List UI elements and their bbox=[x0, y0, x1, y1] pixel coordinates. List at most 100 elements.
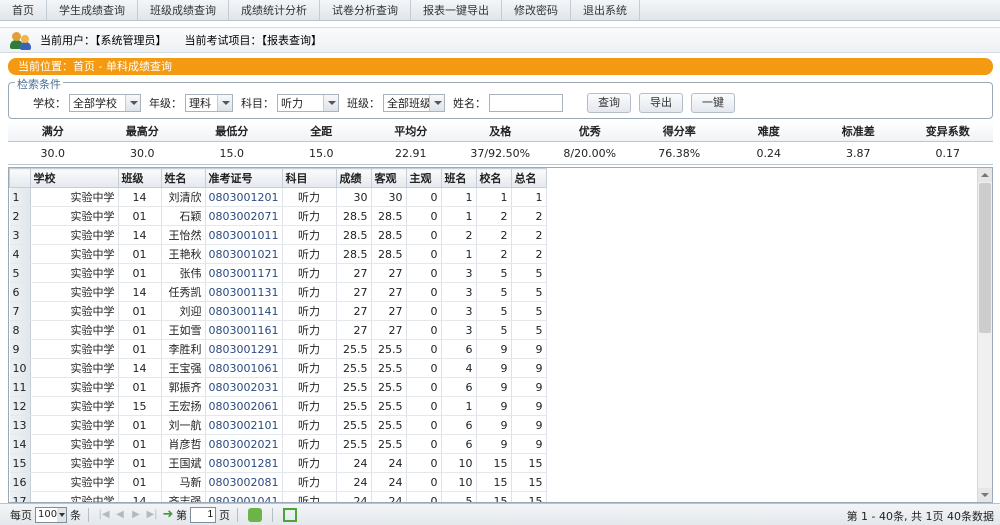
grade-select-value: 理科 bbox=[189, 97, 211, 110]
onekey-button[interactable]: 一键 bbox=[691, 93, 735, 113]
class-select[interactable]: 全部班级 bbox=[383, 94, 445, 112]
column-header[interactable]: 准考证号 bbox=[204, 168, 283, 188]
column-header[interactable]: 总名 bbox=[510, 168, 547, 188]
nav-class-score[interactable]: 班级成绩查询 bbox=[138, 0, 229, 21]
column-header[interactable]: 主观 bbox=[405, 168, 442, 188]
table-cell: 14 bbox=[118, 187, 162, 207]
table-row[interactable]: 3 实验中学 14 王怡然 0803001011 听力 28.5 28.5 0 2 2 2 bbox=[9, 225, 547, 245]
refresh-icon[interactable] bbox=[248, 507, 262, 522]
nav-home[interactable]: 首页 bbox=[0, 0, 47, 21]
table-cell: 0803002081 bbox=[205, 472, 283, 492]
table-row[interactable]: 1 实验中学 14 刘清欣 0803001201 听力 30 30 0 1 1 1 bbox=[9, 187, 547, 207]
last-page-icon[interactable]: ▶| bbox=[144, 507, 160, 523]
column-header[interactable]: 班名 bbox=[440, 168, 477, 188]
nav-paper-analysis[interactable]: 试卷分析查询 bbox=[320, 0, 411, 21]
chevron-down-icon[interactable] bbox=[217, 95, 232, 111]
table-row[interactable]: 15 实验中学 01 王国斌 0803001281 听力 24 24 0 10 15 15 bbox=[9, 453, 547, 473]
table-row[interactable]: 12 实验中学 15 王宏扬 0803002061 听力 25.5 25.5 0 1 9 9 bbox=[9, 396, 547, 416]
table-row[interactable]: 9 实验中学 01 李胜利 0803001291 听力 25.5 25.5 0 6 9 9 bbox=[9, 339, 547, 359]
nav-score-stats[interactable]: 成绩统计分析 bbox=[229, 0, 320, 21]
export-button[interactable]: 导出 bbox=[639, 93, 683, 113]
table-cell: 24 bbox=[336, 491, 372, 502]
nav-report-export[interactable]: 报表一键导出 bbox=[411, 0, 502, 21]
table-cell: 9 bbox=[476, 434, 512, 454]
table-cell: 28.5 bbox=[336, 206, 372, 226]
table-cell: 9 bbox=[476, 415, 512, 435]
table-cell: 01 bbox=[118, 206, 162, 226]
nav-change-password[interactable]: 修改密码 bbox=[502, 0, 571, 21]
table-cell: 王怡然 bbox=[161, 225, 206, 245]
table-cell: 6 bbox=[441, 434, 477, 454]
school-label: 学校： bbox=[33, 97, 66, 110]
stats-header-row: 满分 最高分 最低分 全距 平均分 及格 优秀 得分率 难度 标准差 变异系数 bbox=[8, 121, 993, 142]
grade-select[interactable]: 理科 bbox=[185, 94, 233, 112]
column-header[interactable]: 成绩 bbox=[335, 168, 372, 188]
class-select-value: 全部班级 bbox=[387, 97, 429, 110]
table-cell: 0803001281 bbox=[205, 453, 283, 473]
table-cell: 15 bbox=[476, 491, 512, 502]
chevron-down-icon[interactable] bbox=[429, 95, 444, 111]
table-row[interactable]: 4 实验中学 01 王艳秋 0803001021 听力 28.5 28.5 0 1 2 2 bbox=[9, 244, 547, 264]
table-row[interactable]: 17 实验中学 14 齐志强 0803001041 听力 24 24 0 5 15 15 bbox=[9, 491, 547, 502]
next-page-icon[interactable]: ▶ bbox=[128, 507, 144, 523]
nav-student-score[interactable]: 学生成绩查询 bbox=[47, 0, 138, 21]
query-button[interactable]: 查询 bbox=[587, 93, 631, 113]
first-page-icon[interactable]: |◀ bbox=[96, 507, 112, 523]
chevron-down-icon[interactable] bbox=[323, 95, 338, 111]
page-number-input[interactable] bbox=[190, 506, 216, 523]
per-page-select[interactable]: 100 bbox=[35, 506, 67, 523]
column-header[interactable]: 姓名 bbox=[160, 168, 206, 188]
fullscreen-icon[interactable] bbox=[283, 507, 297, 522]
nav-logout[interactable]: 退出系统 bbox=[571, 0, 640, 21]
table-body: 1 实验中学 14 刘清欣 0803001201 听力 30 30 0 1 1 1 2 实验中学 01 石颖 0… bbox=[9, 187, 547, 502]
column-header[interactable]: 校名 bbox=[475, 168, 512, 188]
table-row[interactable]: 13 实验中学 01 刘一航 0803002101 听力 25.5 25.5 0 6 9 9 bbox=[9, 415, 547, 435]
row-number: 9 bbox=[9, 339, 31, 359]
table-row[interactable]: 2 实验中学 01 石颖 0803002071 听力 28.5 28.5 0 1 2 2 bbox=[9, 206, 547, 226]
school-select[interactable]: 全部学校 bbox=[69, 94, 141, 112]
stat-value: 22.91 bbox=[395, 146, 427, 160]
prev-page-icon[interactable]: ◀ bbox=[112, 507, 128, 523]
grade-label: 年级： bbox=[149, 97, 182, 110]
search-legend: 检索条件 bbox=[15, 76, 63, 92]
vertical-scrollbar[interactable] bbox=[977, 168, 992, 502]
scroll-thumb[interactable] bbox=[979, 183, 991, 333]
table-cell: 5 bbox=[476, 282, 512, 302]
class-label: 班级： bbox=[347, 97, 380, 110]
table-cell: 3 bbox=[441, 301, 477, 321]
table-cell: 刘一航 bbox=[161, 415, 206, 435]
column-header[interactable]: 客观 bbox=[370, 168, 407, 188]
table-cell: 30 bbox=[371, 187, 407, 207]
column-header[interactable]: 学校 bbox=[29, 168, 119, 188]
row-number: 3 bbox=[9, 225, 31, 245]
subject-select[interactable]: 听力 bbox=[277, 94, 339, 112]
column-header[interactable]: 班级 bbox=[117, 168, 162, 188]
table-row[interactable]: 7 实验中学 01 刘迎 0803001141 听力 27 27 0 3 5 5 bbox=[9, 301, 547, 321]
table-row[interactable]: 8 实验中学 01 王如雪 0803001161 听力 27 27 0 3 5 5 bbox=[9, 320, 547, 340]
column-header[interactable]: 科目 bbox=[281, 168, 337, 188]
scroll-down-icon[interactable] bbox=[978, 488, 992, 502]
table-row[interactable]: 6 实验中学 14 任秀凯 0803001131 听力 27 27 0 3 5 5 bbox=[9, 282, 547, 302]
chevron-down-icon[interactable] bbox=[57, 507, 66, 522]
table-row[interactable]: 10 实验中学 14 王宝强 0803001061 听力 25.5 25.5 0 4 9 9 bbox=[9, 358, 547, 378]
table-row[interactable]: 14 实验中学 01 肖彦哲 0803002021 听力 25.5 25.5 0 6 9 9 bbox=[9, 434, 547, 454]
table-cell: 0803001131 bbox=[205, 282, 283, 302]
chevron-down-icon[interactable] bbox=[125, 95, 140, 111]
search-panel: 检索条件 学校： 全部学校 年级： 理科 科目： 听力 班级： 全部班级 姓名：… bbox=[8, 76, 993, 119]
table-cell: 王艳秋 bbox=[161, 244, 206, 264]
table-row[interactable]: 5 实验中学 01 张伟 0803001171 听力 27 27 0 3 5 5 bbox=[9, 263, 547, 283]
table-cell: 王国斌 bbox=[161, 453, 206, 473]
table-cell: 9 bbox=[476, 377, 512, 397]
scroll-up-icon[interactable] bbox=[978, 168, 992, 182]
row-number: 17 bbox=[9, 491, 31, 502]
table-cell: 25.5 bbox=[336, 339, 372, 359]
go-arrow-icon[interactable]: ➜ bbox=[160, 507, 176, 523]
per-page-unit: 条 bbox=[70, 508, 81, 522]
table-cell: 1 bbox=[511, 187, 547, 207]
table-row[interactable]: 16 实验中学 01 马新 0803002081 听力 24 24 0 10 15 15 bbox=[9, 472, 547, 492]
table-cell: 刘清欣 bbox=[161, 187, 206, 207]
table-row[interactable]: 11 实验中学 01 郭振齐 0803002031 听力 25.5 25.5 0 6 9 9 bbox=[9, 377, 547, 397]
top-nav: 首页 学生成绩查询 班级成绩查询 成绩统计分析 试卷分析查询 报表一键导出 修改… bbox=[0, 0, 1000, 21]
name-input[interactable] bbox=[489, 94, 563, 112]
row-number: 7 bbox=[9, 301, 31, 321]
